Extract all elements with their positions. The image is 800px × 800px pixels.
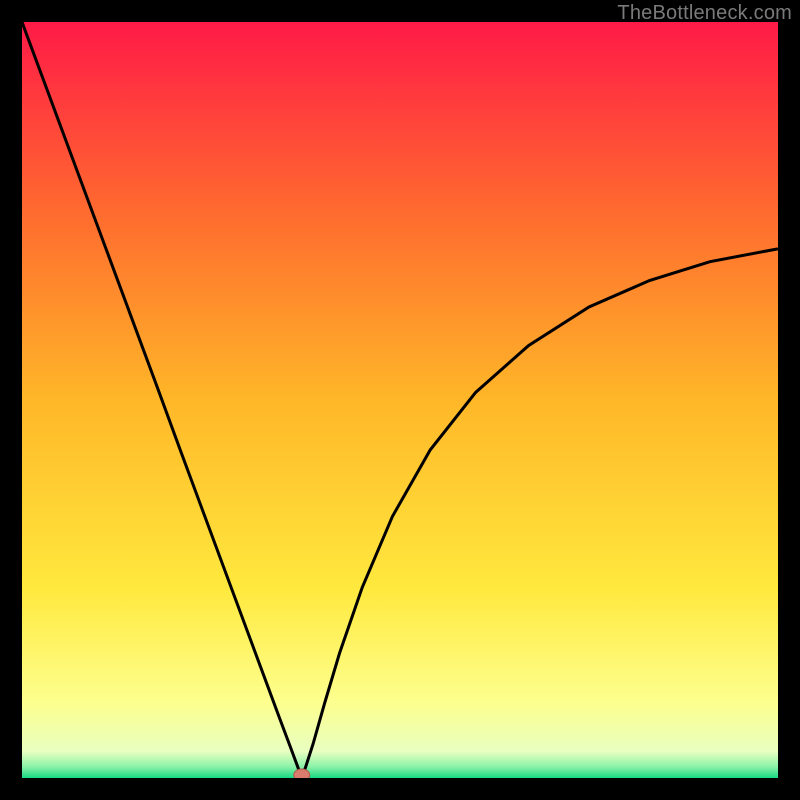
plot-area	[22, 22, 778, 778]
gradient-background	[22, 22, 778, 778]
optimal-point-marker	[294, 769, 310, 778]
chart-svg	[22, 22, 778, 778]
chart-frame: TheBottleneck.com	[0, 0, 800, 800]
